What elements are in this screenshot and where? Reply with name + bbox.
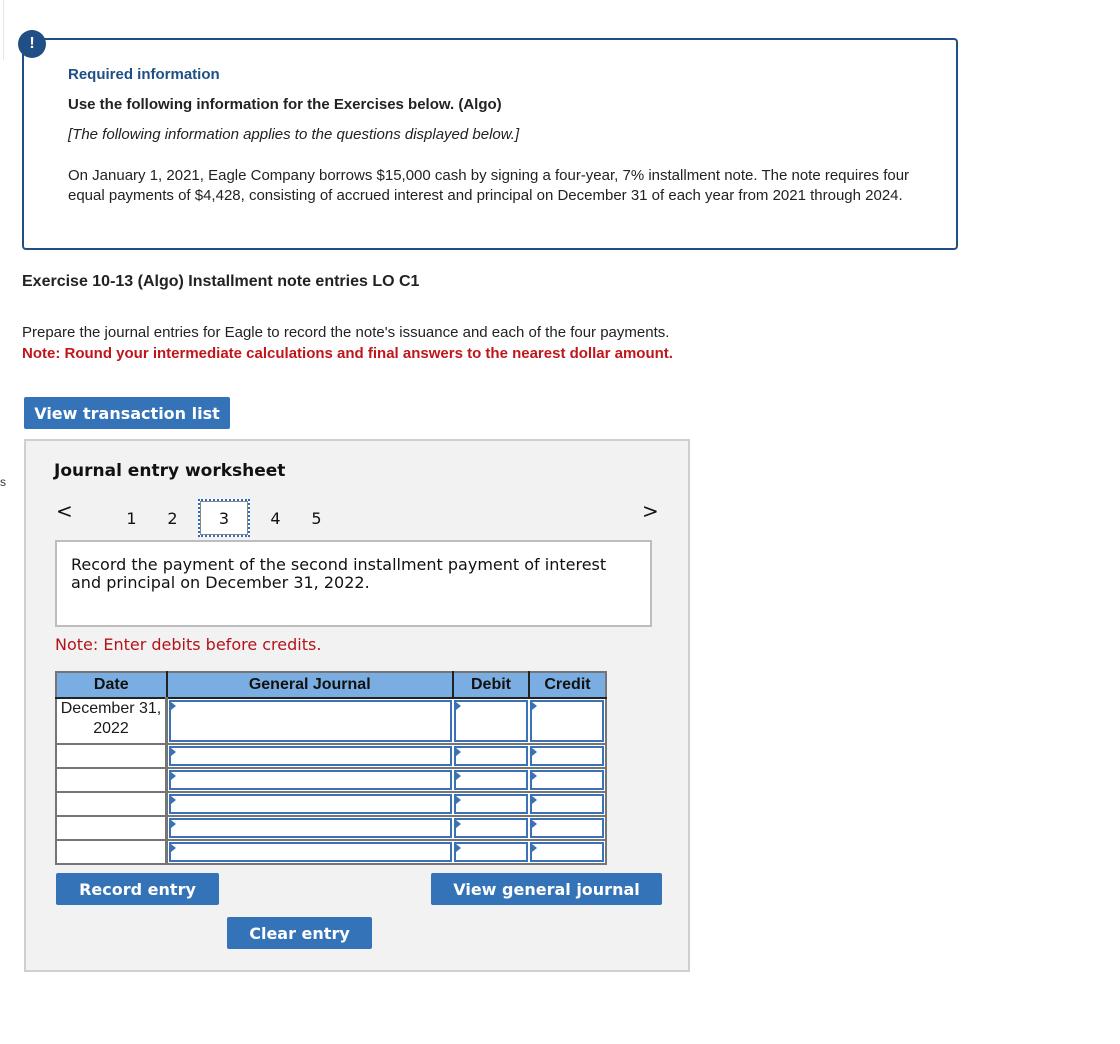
date-cell — [56, 767, 168, 792]
debit-input[interactable] — [454, 700, 528, 742]
general-journal-input[interactable] — [169, 770, 452, 790]
date-cell — [56, 839, 168, 864]
debit-input[interactable] — [454, 746, 528, 766]
header-date: Date — [56, 672, 167, 699]
general-journal-input[interactable] — [169, 794, 452, 814]
journal-table: Date General Journal Debit Credit Decemb… — [55, 671, 607, 865]
transaction-prompt: Record the payment of the second install… — [71, 555, 607, 592]
journal-entry-worksheet: Journal entry worksheet < 1 2 3 4 5 > Re… — [24, 439, 690, 972]
table-row — [56, 839, 606, 864]
date-cell — [56, 815, 168, 840]
required-info-italic-note: [The following information applies to th… — [68, 126, 520, 143]
chevron-right-icon[interactable]: > — [642, 499, 659, 523]
debit-input[interactable] — [454, 842, 528, 862]
general-journal-input[interactable] — [169, 818, 452, 838]
table-row: December 31, 2022 — [56, 697, 606, 744]
view-general-journal-button[interactable]: View general journal — [431, 873, 662, 905]
debit-input[interactable] — [454, 794, 528, 814]
required-info-subtitle: Use the following information for the Ex… — [68, 96, 502, 113]
view-transaction-list-button[interactable]: View transaction list — [24, 397, 230, 429]
step-tab-2[interactable]: 2 — [147, 499, 198, 537]
credit-input[interactable] — [530, 794, 604, 814]
exercise-instructions: Prepare the journal entries for Eagle to… — [22, 324, 670, 341]
table-row — [56, 743, 606, 768]
alert-icon: ! — [18, 30, 46, 58]
header-debit: Debit — [452, 672, 529, 699]
side-mark: s — [0, 475, 6, 489]
table-row — [56, 767, 606, 792]
date-cell: December 31, 2022 — [56, 697, 168, 744]
transaction-prompt-box: Record the payment of the second install… — [55, 540, 652, 627]
required-information-box: Required information Use the following i… — [22, 38, 958, 250]
credit-input[interactable] — [530, 818, 604, 838]
credit-input[interactable] — [530, 746, 604, 766]
credit-input[interactable] — [530, 842, 604, 862]
record-entry-button[interactable]: Record entry — [56, 873, 219, 905]
date-cell — [56, 791, 168, 816]
table-row — [56, 791, 606, 816]
worksheet-title: Journal entry worksheet — [54, 461, 286, 481]
journal-header-row: Date General Journal Debit Credit — [56, 672, 606, 699]
date-cell — [56, 743, 168, 768]
required-info-title: Required information — [68, 66, 220, 83]
worksheet-step-nav: 1 2 3 4 5 — [106, 499, 342, 537]
step-tab-5[interactable]: 5 — [291, 499, 342, 537]
header-credit: Credit — [528, 672, 606, 699]
step-tab-3-active[interactable]: 3 — [198, 499, 250, 537]
exercise-rounding-note: Note: Round your intermediate calculatio… — [22, 345, 673, 362]
table-row — [56, 815, 606, 840]
exercise-title: Exercise 10-13 (Algo) Installment note e… — [22, 273, 420, 290]
debit-input[interactable] — [454, 770, 528, 790]
debits-before-credits-note: Note: Enter debits before credits. — [55, 635, 322, 654]
debit-input[interactable] — [454, 818, 528, 838]
chevron-left-icon[interactable]: < — [56, 499, 73, 523]
clear-entry-button[interactable]: Clear entry — [227, 917, 372, 949]
general-journal-input[interactable] — [169, 842, 452, 862]
general-journal-input[interactable] — [169, 746, 452, 766]
general-journal-input[interactable] — [169, 700, 452, 742]
credit-input[interactable] — [530, 770, 604, 790]
required-info-body: On January 1, 2021, Eagle Company borrow… — [68, 167, 910, 204]
header-general-journal: General Journal — [165, 672, 453, 699]
credit-input[interactable] — [530, 700, 604, 742]
left-edge-divider — [0, 0, 4, 60]
